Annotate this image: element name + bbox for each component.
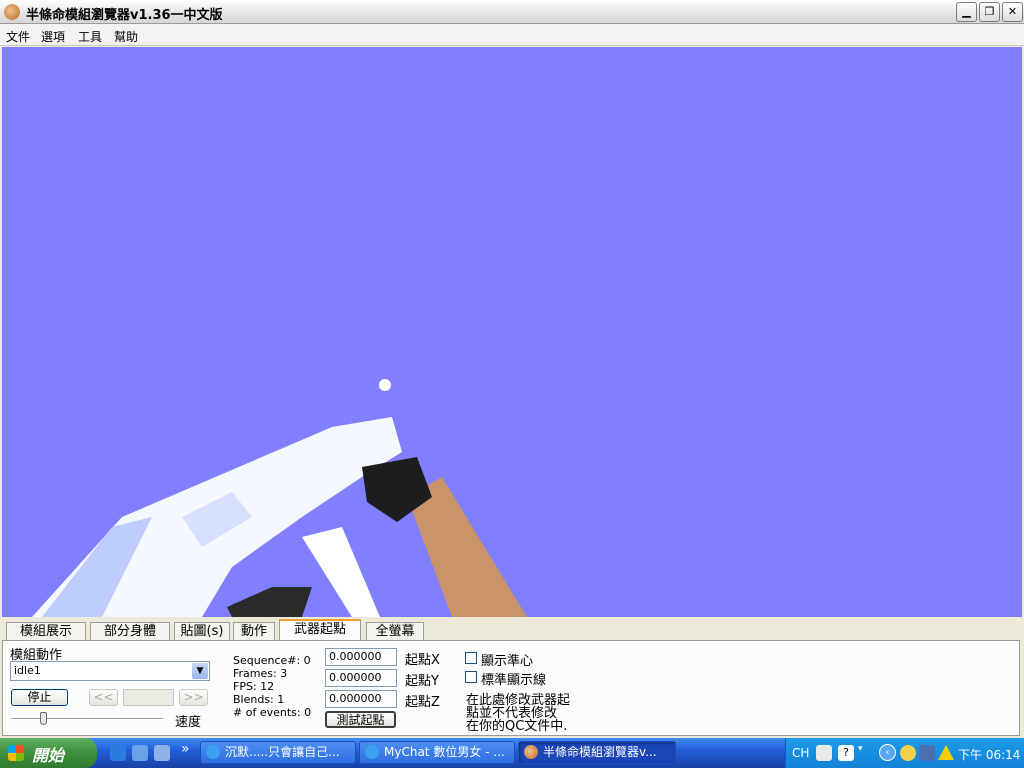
media-quicklaunch-icon[interactable] (154, 745, 170, 761)
info-fps: FPS: 12 (233, 680, 275, 693)
origin-x-input[interactable]: 0.000000 (325, 648, 397, 666)
start-button[interactable]: 開始 (0, 738, 97, 768)
origin-y-label: 起點Y (405, 674, 439, 689)
sequence-select[interactable]: idle1 ▼ (10, 661, 210, 681)
stop-button[interactable]: 停止 (11, 689, 68, 706)
menu-options[interactable]: 選項 (41, 28, 65, 45)
show-guides-label: 標準顯示線 (481, 673, 547, 688)
start-label: 開始 (32, 746, 65, 765)
ie-icon (365, 745, 379, 759)
info-blends: Blends: 1 (233, 693, 285, 706)
system-tray: CH ? ▾ ‹ 下午 06:14 (785, 738, 1024, 768)
menu-file[interactable]: 文件 (6, 28, 30, 45)
title-bar: 半條命模組瀏覽器v1.36一中文版 ▁ ❐ ✕ (0, 0, 1024, 24)
ie-quicklaunch-icon[interactable] (110, 745, 126, 761)
minimize-button[interactable]: ▁ (956, 2, 977, 22)
taskbar: 開始 » 沉默.....只會讓自己... MyChat 數位男女 - ... 半… (0, 738, 1024, 768)
show-crosshair-checkbox[interactable] (465, 652, 477, 664)
app-icon (4, 4, 20, 20)
info-sequence: Sequence#: 0 (233, 654, 311, 667)
tab-model-display[interactable]: 模組展示 (6, 622, 86, 640)
clock: 下午 06:14 (958, 748, 1021, 762)
origin-x-label: 起點X (405, 653, 440, 668)
origin-z-label: 起點Z (405, 695, 440, 710)
close-button[interactable]: ✕ (1002, 2, 1023, 22)
show-guides-checkbox[interactable] (465, 671, 477, 683)
menu-bar: 文件 選項 工具 幫助 (0, 24, 1024, 46)
next-frame-button[interactable]: >> (179, 689, 208, 706)
info-events: # of events: 0 (233, 706, 312, 719)
show-crosshair-label: 顯示準心 (481, 654, 534, 669)
gun-magazine (302, 527, 380, 617)
language-indicator[interactable]: CH (792, 746, 809, 760)
outlook-quicklaunch-icon[interactable] (132, 745, 148, 761)
close-icon: ✕ (1007, 5, 1018, 18)
task-label-2: MyChat 數位男女 - ... (384, 745, 505, 759)
help-icon[interactable]: ? (838, 745, 854, 761)
task-item-2[interactable]: MyChat 數位男女 - ... (359, 741, 515, 764)
menu-help[interactable]: 幫助 (114, 28, 138, 45)
test-origin-button[interactable]: 測試起點 (325, 711, 396, 728)
task-label-3: 半條命模組瀏覽器v... (543, 745, 657, 759)
origin-y-input[interactable]: 0.000000 (325, 669, 397, 687)
chevron-more-icon[interactable]: » (181, 741, 190, 757)
speed-label: 速度 (175, 715, 202, 730)
left-glove (227, 587, 312, 617)
speed-slider-thumb[interactable] (40, 712, 47, 725)
weapon-model-render (32, 379, 527, 617)
smiley-icon[interactable] (900, 745, 916, 761)
note-line-3: 在你的QC文件中. (466, 719, 568, 734)
network-icon[interactable] (919, 745, 935, 761)
tab-fullscreen[interactable]: 全螢幕 (366, 622, 424, 640)
frame-field[interactable] (123, 689, 174, 706)
language-bar-arrow-icon[interactable]: ▾ (858, 744, 863, 754)
prev-frame-button[interactable]: << (89, 689, 118, 706)
task-label-1: 沉默.....只會讓自己... (225, 745, 340, 759)
minimize-icon: ▁ (962, 5, 971, 18)
speed-slider-track[interactable] (11, 718, 163, 723)
window-title: 半條命模組瀏覽器v1.36一中文版 (26, 8, 223, 23)
app-icon (524, 745, 538, 759)
chevron-down-icon[interactable]: ▼ (192, 663, 208, 679)
task-item-1[interactable]: 沉默.....只會讓自己... (200, 741, 356, 764)
tab-weapon-origin[interactable]: 武器起點 (279, 619, 361, 641)
tab-body-parts[interactable]: 部分身體 (90, 622, 170, 640)
restore-icon: ❐ (984, 5, 995, 18)
keyboard-icon[interactable] (816, 745, 832, 761)
origin-z-input[interactable]: 0.000000 (325, 690, 397, 708)
control-panel: 模組動作 idle1 ▼ 停止 << >> 速度 Sequence#: 0 Fr… (2, 640, 1020, 736)
chevron-left-icon[interactable]: ‹ (879, 744, 896, 761)
model-viewport[interactable] (2, 47, 1022, 617)
info-frames: Frames: 3 (233, 667, 288, 680)
sequence-value: idle1 (14, 664, 41, 677)
task-item-3[interactable]: 半條命模組瀏覽器v... (518, 741, 676, 764)
ie-icon (206, 745, 220, 759)
maximize-button[interactable]: ❐ (979, 2, 1000, 22)
tab-sequences[interactable]: 動作 (233, 622, 275, 640)
warning-icon[interactable] (938, 745, 954, 760)
windows-logo-icon (8, 745, 24, 761)
tab-bar: 模組展示 部分身體 貼圖(s) 動作 武器起點 全螢幕 (0, 619, 1024, 641)
gun-front-sight (379, 379, 391, 391)
tab-textures[interactable]: 貼圖(s) (174, 622, 230, 640)
menu-tools[interactable]: 工具 (78, 28, 102, 45)
